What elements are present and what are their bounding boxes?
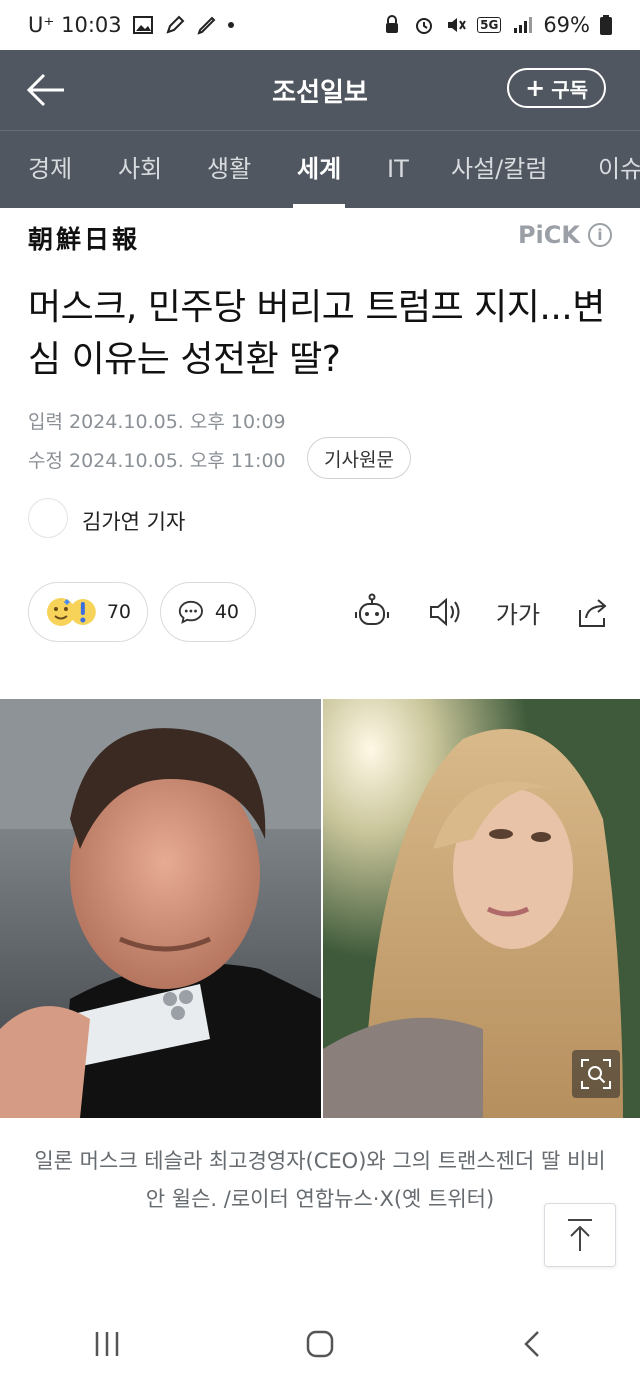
tab-economy[interactable]: 경제 bbox=[28, 131, 72, 208]
plus-icon: + bbox=[525, 74, 546, 102]
press-logo[interactable]: 朝鮮日報 bbox=[28, 220, 140, 256]
subscribe-button[interactable]: + 구독 bbox=[507, 68, 606, 108]
tab-it[interactable]: IT bbox=[387, 131, 409, 208]
comment-icon bbox=[178, 600, 203, 624]
reaction-count: 70 bbox=[106, 601, 131, 623]
zoom-button[interactable] bbox=[572, 1050, 620, 1098]
home-button[interactable] bbox=[290, 1314, 350, 1374]
subscribe-label: 구독 bbox=[551, 77, 588, 102]
pick-badge[interactable]: PiCK i bbox=[518, 221, 612, 249]
modified-date: 수정 2024.10.05. 오후 11:00 bbox=[28, 450, 286, 472]
category-tabs: 경제 사회 생활 세계 IT 사설/칼럼 이슈 bbox=[0, 130, 640, 208]
recent-apps-icon bbox=[95, 1331, 118, 1356]
tab-society[interactable]: 사회 bbox=[118, 131, 162, 208]
tab-issue[interactable]: 이슈 bbox=[598, 131, 640, 208]
chevron-left-icon bbox=[524, 1330, 540, 1357]
comment-button[interactable]: 40 bbox=[160, 582, 256, 642]
article-photo[interactable] bbox=[0, 699, 640, 1118]
pick-label: PiCK bbox=[517, 221, 580, 249]
reaction-button[interactable]: 70 bbox=[28, 582, 148, 642]
share-icon bbox=[579, 599, 607, 627]
system-nav-bar bbox=[0, 1300, 640, 1387]
app-title: 조선일보 bbox=[272, 77, 368, 108]
comment-count: 40 bbox=[214, 601, 239, 623]
photo-caption: 일론 머스크 테슬라 최고경영자(CEO)와 그의 트랜스젠더 딸 비비안 윌슨… bbox=[34, 1149, 606, 1211]
lock-icon bbox=[386, 15, 399, 33]
home-icon bbox=[306, 1330, 334, 1357]
article-headline: 머스크, 민주당 버리고 트럼프 지지...변심 이유는 성전환 딸? bbox=[28, 287, 605, 380]
font-size-button[interactable]: 가가 bbox=[494, 590, 542, 634]
alarm-icon bbox=[416, 18, 433, 34]
tab-world[interactable]: 세계 bbox=[292, 131, 346, 208]
published-date: 입력 2024.10.05. 오후 10:09 bbox=[28, 411, 286, 433]
reporter-avatar[interactable] bbox=[28, 498, 68, 538]
scroll-to-top-button[interactable] bbox=[544, 1203, 616, 1267]
gallery-icon bbox=[132, 16, 153, 34]
signal-icon bbox=[514, 17, 533, 33]
photo-left-man-with-phone bbox=[0, 699, 321, 1118]
info-icon: i bbox=[588, 223, 612, 247]
ai-summary-button[interactable] bbox=[350, 590, 394, 634]
share-button[interactable] bbox=[570, 590, 614, 634]
recent-apps-button[interactable] bbox=[77, 1314, 137, 1374]
reporter-name[interactable]: 김가연 기자 bbox=[82, 506, 185, 536]
arrow-up-icon bbox=[568, 1219, 592, 1251]
tab-opinion[interactable]: 사설/칼럼 bbox=[451, 131, 547, 208]
battery-level: 69% bbox=[543, 13, 590, 37]
status-time: U⁺ 10:03 bbox=[28, 13, 122, 37]
original-article-button[interactable]: 기사원문 bbox=[307, 437, 411, 479]
font-size-label: 가가 bbox=[495, 600, 541, 629]
speaker-icon bbox=[430, 597, 460, 627]
pencil-icon bbox=[197, 16, 216, 35]
notification-dot-icon bbox=[227, 22, 234, 28]
app-bar: 조선일보 + 구독 bbox=[0, 50, 640, 130]
arrow-left-icon bbox=[26, 73, 64, 107]
back-nav-button[interactable] bbox=[503, 1314, 563, 1374]
edit-icon bbox=[166, 15, 185, 34]
network-type: 5G bbox=[477, 17, 502, 33]
back-button[interactable] bbox=[22, 66, 70, 114]
battery-icon bbox=[600, 15, 612, 35]
audio-button[interactable] bbox=[423, 590, 467, 634]
emoji-reaction-icon bbox=[46, 598, 96, 626]
tab-life[interactable]: 생활 bbox=[207, 131, 251, 208]
robot-icon bbox=[355, 593, 389, 625]
status-bar: U⁺ 10:03 5G 69% bbox=[0, 0, 640, 50]
zoom-search-icon bbox=[581, 1059, 611, 1089]
mute-icon bbox=[448, 18, 466, 32]
